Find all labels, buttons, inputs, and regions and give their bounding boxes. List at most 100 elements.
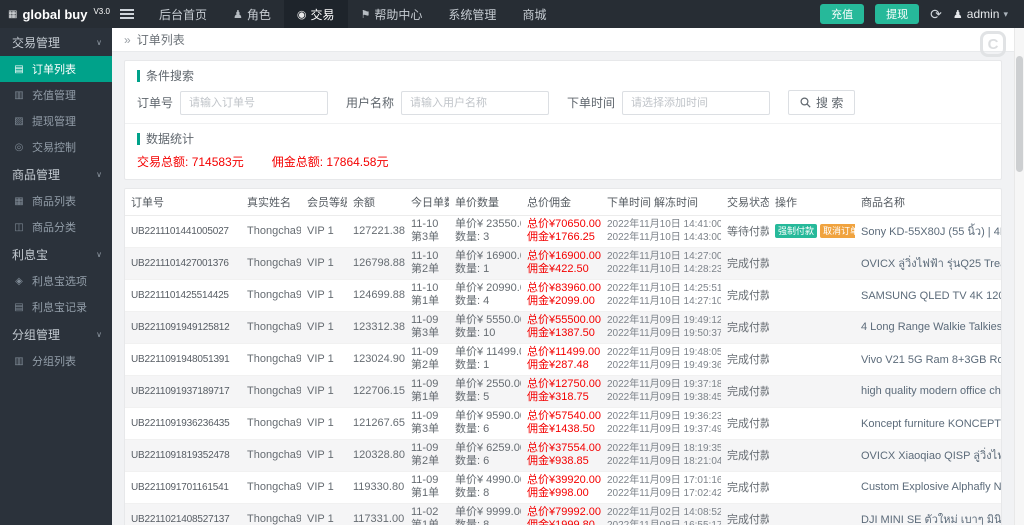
table-row: UB2211091949125812 Thongcha99 VIP 1 1233… [125,311,1001,344]
nav-item-label: 角色 [246,7,271,22]
order-times-cell: 2022年11月09日 19:48:05 2022年11月09日 19:49:36 [601,343,721,376]
withdraw-button[interactable]: 提现 [875,4,920,24]
row-actions-cell: 强制付款取消订单 [769,215,855,248]
unit-price-qty-cell: 单价¥ 16900.00数量: 1 [449,247,521,280]
product-name-cell: 4 Long Range Walkie Talkies Rechargeable… [855,311,1001,344]
order-times-cell: 2022年11月09日 19:36:23 2022年11月09日 19:37:49 [601,407,721,440]
total-commission-cell: 总价¥11499.00 佣金¥287.48 [521,343,601,376]
column-header: 总价佣金 [521,189,601,216]
sidebar-item-order-list[interactable]: ▤ 订单列表 [0,56,112,82]
admin-menu[interactable]: ♟ admin ▾ [953,7,1008,21]
refresh-icon[interactable]: ⟳ [930,7,942,21]
sidebar-group-group-mgmt[interactable]: 分组管理 ∨ [0,320,112,348]
sidebar-item-goods-list[interactable]: ▦ 商品列表 [0,188,112,214]
top-navbar: ▦ global buy V3.0 后台首页 ♟ 角色 ◉ 交易 ⚑ 帮助中心 系统管理 商城 … [0,0,1024,28]
order-times-cell: 2022年11月10日 14:41:00 2022年11月10日 14:43:00 [601,215,721,248]
sidebar-item-label: 利息宝选项 [32,276,87,288]
sidebar-item-goods-category[interactable]: ◫ 商品分类 [0,214,112,240]
nav-item-roles[interactable]: ♟ 角色 [220,0,284,28]
trade-status-cell: 等待付款 [721,215,769,248]
trade-status-cell: 完成付款 [721,247,769,280]
column-header: 单价数量 [449,189,521,216]
total-commission-label: 佣金总额: [271,155,324,169]
order-no-cell: UB2211101425514425 [125,279,241,312]
product-name-cell: Koncept furniture KONCEPT FURNITURE เก้า… [855,407,1001,440]
table-row: UB2211101427001376 Thongcha99 VIP 1 1267… [125,247,1001,280]
sidebar-item-label: 利息宝记录 [32,302,87,314]
user-name-input[interactable] [401,90,550,115]
sidebar-group-label: 商品管理 [12,167,61,182]
nav-item-dashboard[interactable]: 后台首页 [146,0,220,28]
sidebar-item-label: 商品分类 [32,222,76,234]
sidebar-group-trade-mgmt[interactable]: 交易管理 ∨ [0,28,112,56]
total-commission-stat: 佣金总额: 17864.58元 [272,153,389,170]
row-actions-cell [769,375,855,408]
cancel-order-button[interactable]: 取消订单 [820,223,855,239]
today-orders-cell: 11-09 第3单 [405,407,449,440]
app-window: ▦ global buy V3.0 后台首页 ♟ 角色 ◉ 交易 ⚑ 帮助中心 系统管理 商城 … [0,0,1024,525]
total-trade-stat: 交易总额: 714583元 [137,153,244,170]
group-list-icon: ▥ [14,355,24,367]
trade-status-cell: 完成付款 [721,375,769,408]
unit-price-qty-cell: 单价¥ 9590.00 数量: 6 [449,407,521,440]
unit-price-qty-cell: 单价¥ 11499.00数量: 1 [449,343,521,376]
chevron-down-icon: ∨ [96,249,102,259]
sidebar-item-withdraw-mgmt[interactable]: ▨ 提现管理 [0,108,112,134]
sidebar-item-group-list[interactable]: ▥ 分组列表 [0,348,112,374]
order-times-cell: 2022年11月10日 14:25:51 2022年11月10日 14:27:10 [601,279,721,312]
today-orders-cell: 11-09 第2单 [405,439,449,472]
menu-toggle-icon[interactable] [120,9,134,19]
content-area: 条件搜索 订单号 用户名称 下单时间 [112,52,1014,525]
vip-level-cell: VIP 1 [301,279,347,312]
total-commission-cell: 总价¥70650.00 佣金¥1766.25 [521,215,601,248]
sidebar-group-interest[interactable]: 利息宝 ∨ [0,240,112,268]
scrollbar-track[interactable] [1014,28,1024,525]
sidebar-item-interest-options[interactable]: ◈ 利息宝选项 [0,268,112,294]
column-header: 真实姓名 [241,189,301,216]
nav-item-system[interactable]: 系统管理 [435,0,509,28]
unit-price-qty-cell: 单价¥ 4990.00 数量: 8 [449,471,521,504]
nav-item-mall[interactable]: 商城 [509,0,559,28]
real-name-cell: Thongcha99 [241,279,301,312]
chevron-down-icon: ∨ [96,37,102,47]
scrollbar-thumb[interactable] [1016,56,1023,172]
order-time-input[interactable] [622,90,771,115]
sidebar-group-label: 利息宝 [12,247,49,262]
row-actions-cell [769,503,855,525]
trade-status-cell: 完成付款 [721,279,769,312]
search-title-label: 条件搜索 [146,69,195,83]
row-actions-cell [769,279,855,312]
total-commission-cell: 总价¥39920.00 佣金¥998.00 [521,471,601,504]
nav-item-help[interactable]: ⚑ 帮助中心 [348,0,436,28]
table-row: UB2211091701161541 Thongcha99 VIP 1 1193… [125,471,1001,504]
trade-status-cell: 完成付款 [721,503,769,525]
order-times-cell: 2022年11月09日 17:01:16 2022年11月09日 17:02:42 [601,471,721,504]
table-row: UB2211091948051391 Thongcha99 VIP 1 1230… [125,343,1001,376]
sidebar-item-trade-control[interactable]: ◎ 交易控制 [0,134,112,160]
sidebar-item-interest-records[interactable]: ▤ 利息宝记录 [0,294,112,320]
nav-item-label: 系统管理 [448,7,497,22]
total-commission-cell: 总价¥83960.00 佣金¥2099.00 [521,279,601,312]
vip-level-cell: VIP 1 [301,503,347,525]
order-no-input[interactable] [180,90,329,115]
sidebar-group-goods-mgmt[interactable]: 商品管理 ∨ [0,160,112,188]
search-button[interactable]: 搜 索 [788,90,856,115]
navbar-actions: 充值 提现 ⟳ ♟ admin ▾ [820,4,1024,24]
today-orders-cell: 11-09 第1单 [405,375,449,408]
order-time-field: 下单时间 [567,90,771,115]
table-row: UB2211101425514425 Thongcha99 VIP 1 1246… [125,279,1001,312]
nav-item-trade[interactable]: ◉ 交易 [283,0,348,28]
force-pay-button[interactable]: 强制付款 [775,223,818,239]
search-row: 订单号 用户名称 下单时间 搜 索 [125,88,1001,123]
sidebar-item-recharge-mgmt[interactable]: ▥ 充值管理 [0,82,112,108]
search-section-title: 条件搜索 [125,61,1001,88]
table-row: UB2211091819352478 Thongcha99 VIP 1 1203… [125,439,1001,472]
table-row: UB2211091936236435 Thongcha99 VIP 1 1212… [125,407,1001,440]
balance-cell: 119330.80 [347,471,405,504]
today-orders-cell: 11-09 第1单 [405,471,449,504]
recharge-button[interactable]: 充值 [820,4,865,24]
order-no-cell: UB2211091937189717 [125,375,241,408]
total-commission-value: 17864.58元 [326,155,389,169]
globe-icon: ◉ [296,8,307,21]
order-no-cell: UB2211091701161541 [125,471,241,504]
